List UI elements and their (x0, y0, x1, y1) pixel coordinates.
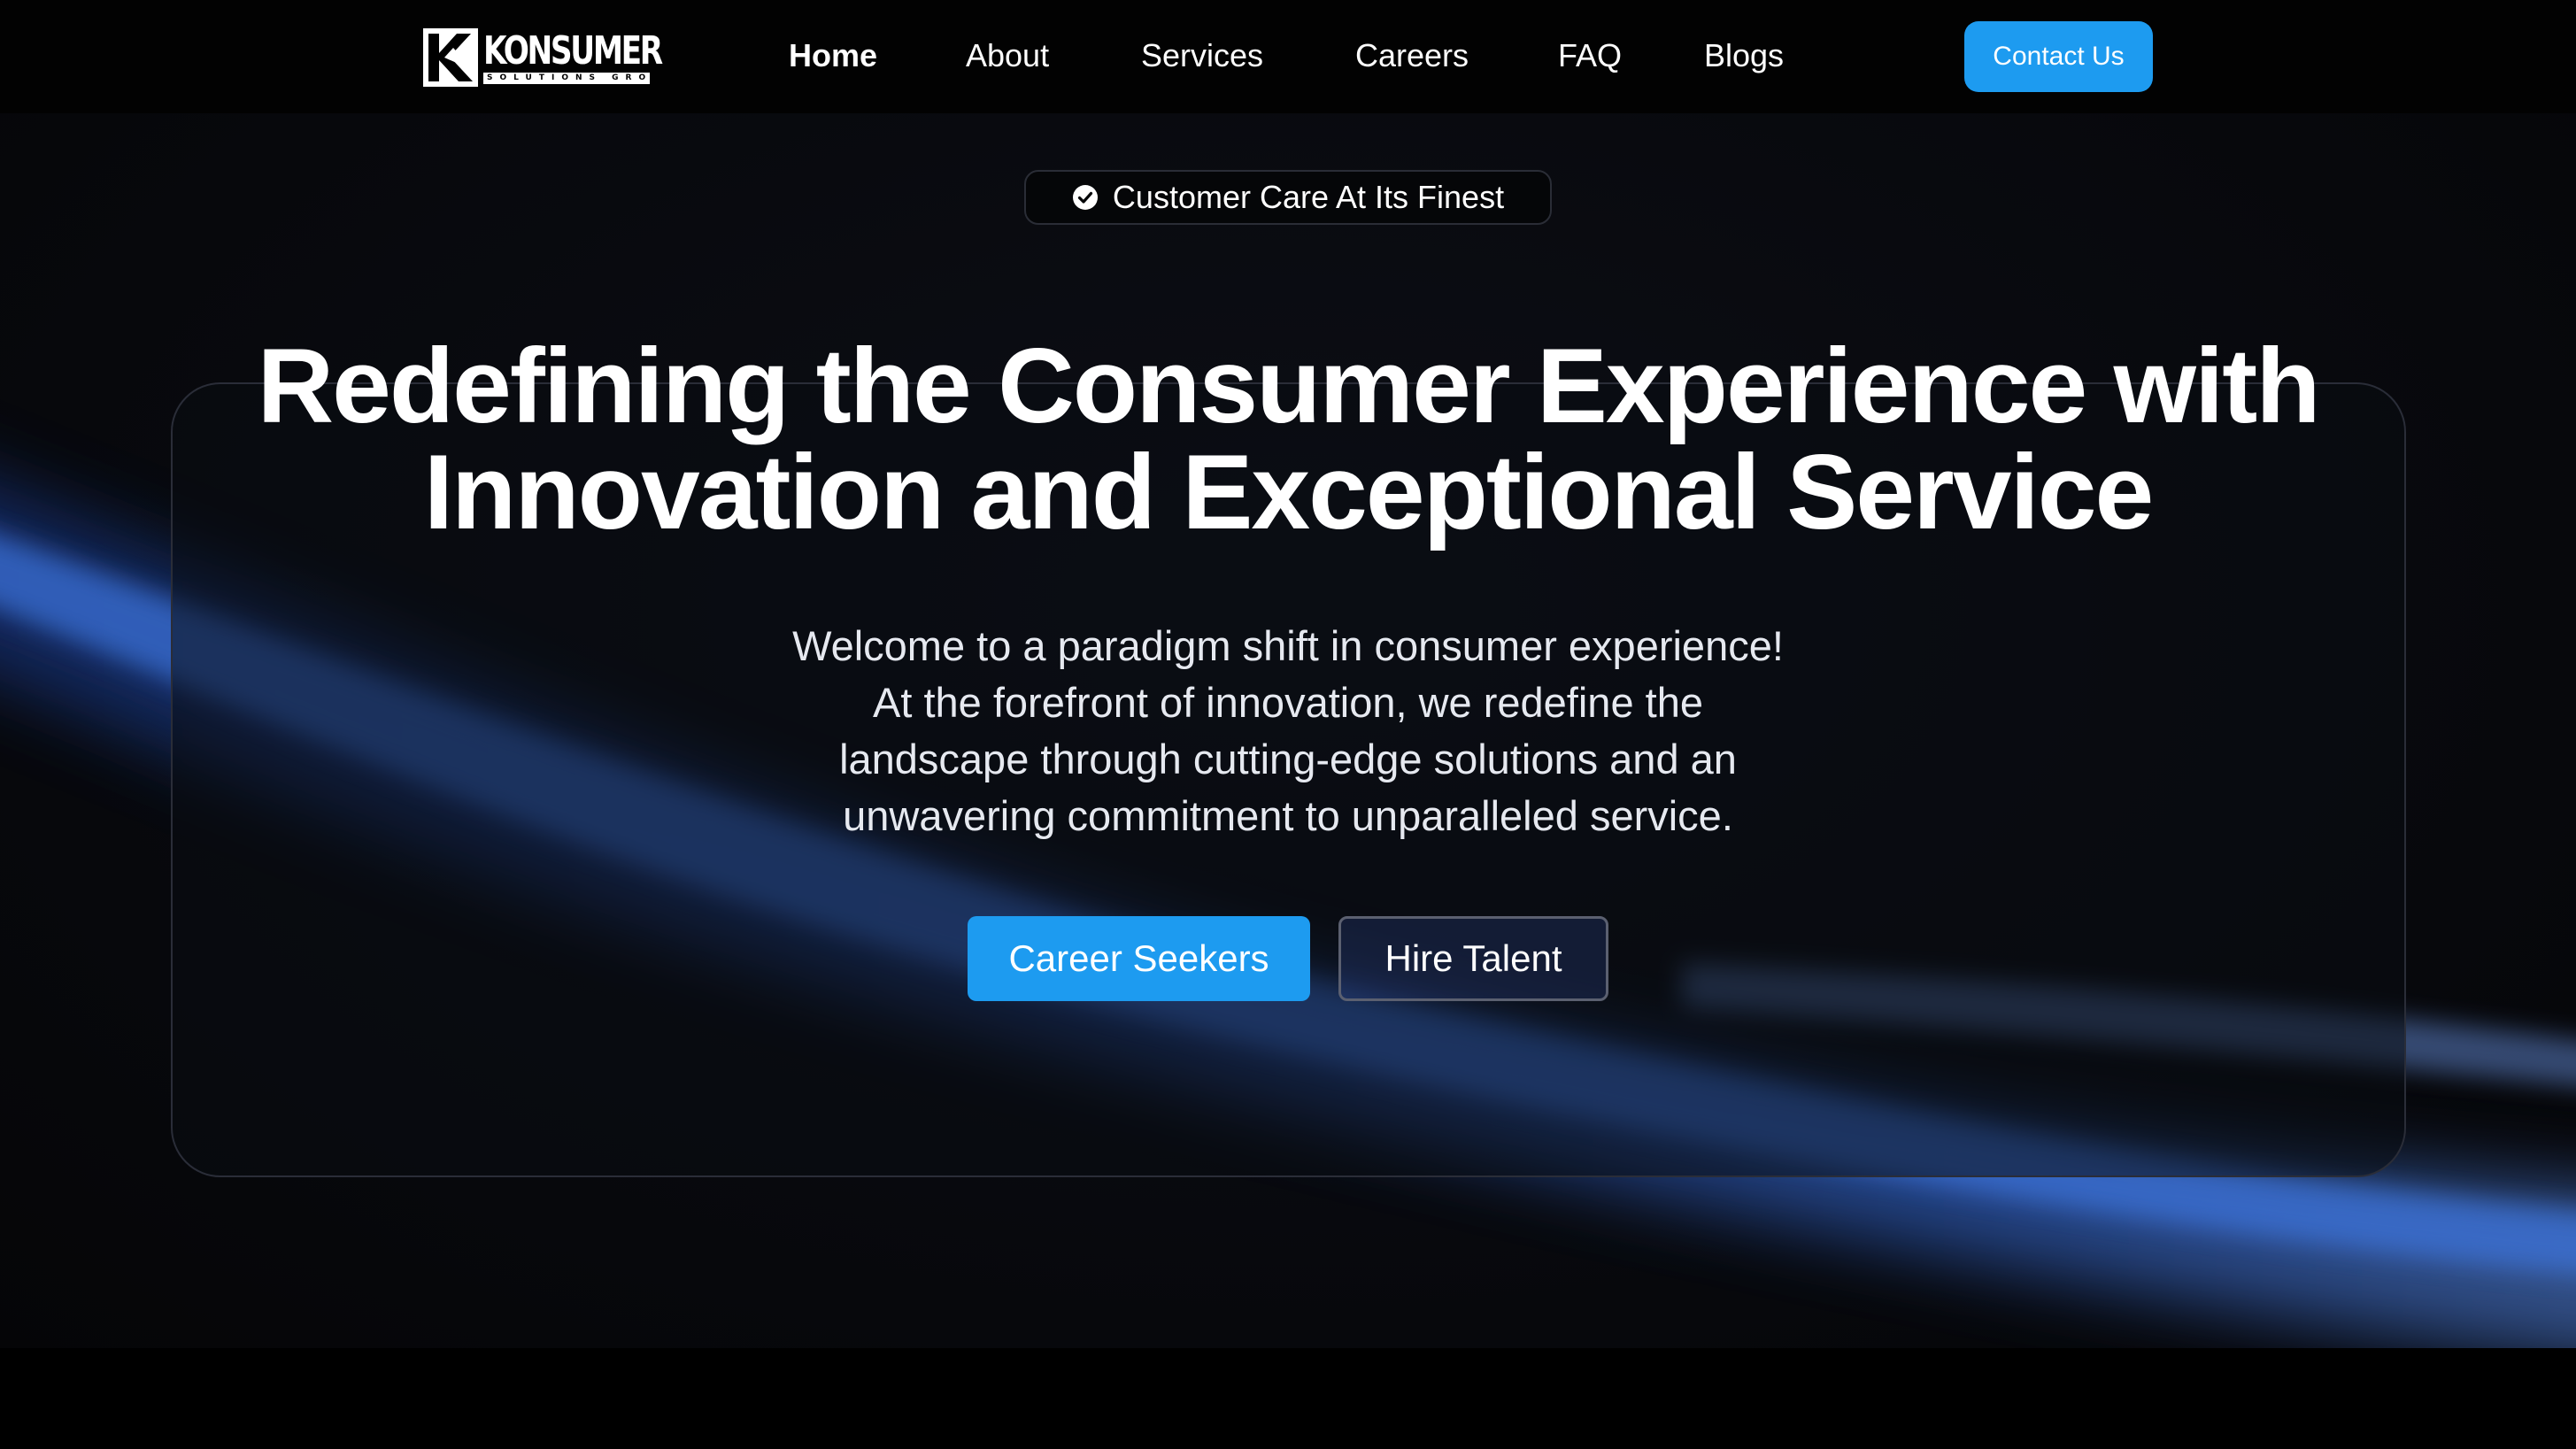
contact-us-button[interactable]: Contact Us (1964, 21, 2153, 92)
intro-line-1: Welcome to a paradigm shift in consumer … (792, 622, 1784, 669)
career-seekers-button[interactable]: Career Seekers (968, 916, 1310, 1001)
headline-line-1: Redefining the Consumer Experience with (257, 327, 2320, 445)
nav-item-careers[interactable]: Careers (1355, 37, 1469, 74)
badge-text: Customer Care At Its Finest (1112, 179, 1505, 215)
bottom-band (0, 1348, 2576, 1449)
nav-item-blogs[interactable]: Blogs (1704, 37, 1784, 74)
hero-headline: Redefining the Consumer Experience with … (0, 333, 2576, 545)
nav-item-about[interactable]: About (966, 37, 1049, 74)
tagline-badge: Customer Care At Its Finest (1024, 170, 1552, 225)
main-nav: Home About Services Careers FAQ Blogs (0, 0, 2576, 113)
page: KONSUMER SOLUTIONS GROUP Home About Serv… (0, 0, 2576, 1449)
nav-item-home[interactable]: Home (789, 37, 877, 74)
intro-line-3: landscape through cutting-edge solutions… (839, 736, 1737, 782)
headline-line-2: Innovation and Exceptional Service (423, 433, 2155, 551)
check-circle-icon (1072, 185, 1098, 210)
intro-line-4: unwavering commitment to unparalleled se… (843, 792, 1733, 839)
top-navbar: KONSUMER SOLUTIONS GROUP Home About Serv… (0, 0, 2576, 113)
nav-item-services[interactable]: Services (1141, 37, 1263, 74)
hero-intro: Welcome to a paradigm shift in consumer … (0, 618, 2576, 844)
nav-item-faq[interactable]: FAQ (1558, 37, 1622, 74)
intro-line-2: At the forefront of innovation, we redef… (873, 679, 1703, 726)
hire-talent-button[interactable]: Hire Talent (1338, 916, 1608, 1001)
